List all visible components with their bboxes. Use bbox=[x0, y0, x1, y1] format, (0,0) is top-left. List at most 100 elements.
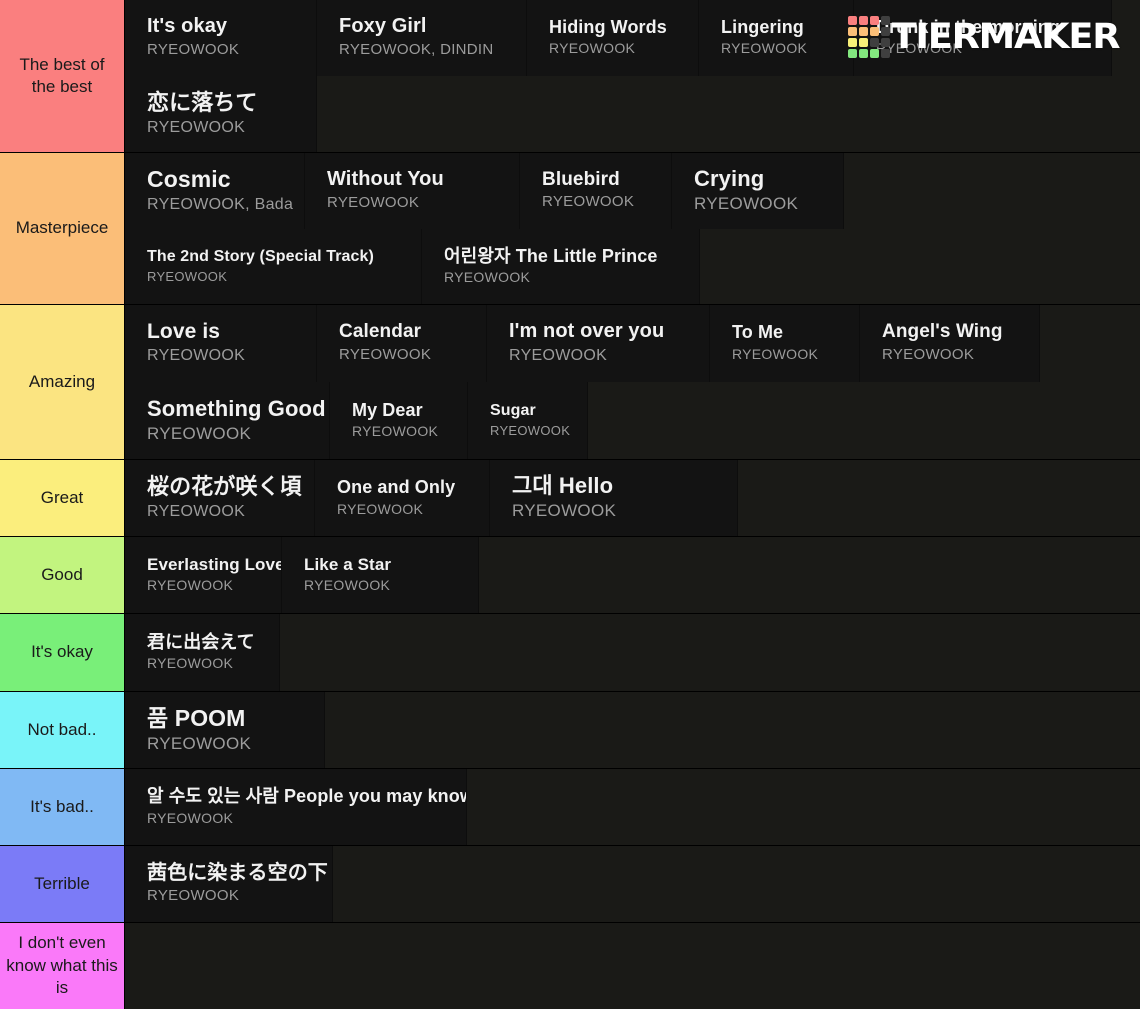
tier-item-title: Hiding Words bbox=[549, 16, 667, 37]
tier-item-artist: RYEOWOOK bbox=[147, 347, 246, 365]
tier-item-card[interactable]: Foxy Girl RYEOWOOK, DINDIN bbox=[317, 0, 527, 76]
tier-item-card[interactable]: Crying RYEOWOOK bbox=[672, 153, 844, 229]
tier-item-title: 桜の花が咲く頃 bbox=[147, 473, 302, 499]
tier-item-artist: RYEOWOOK bbox=[327, 193, 420, 211]
tier-item-artist: RYEOWOOK bbox=[147, 733, 252, 753]
tier-item-card[interactable]: 恋に落ちて RYEOWOOK bbox=[125, 76, 317, 152]
tier-row: I don't even know what this is bbox=[0, 923, 1140, 1009]
tier-item-card[interactable]: Bluebird RYEOWOOK bbox=[520, 153, 672, 229]
tier-row: Terrible 茜色に染まる空の下 RYEOWOOK bbox=[0, 846, 1140, 923]
tier-item-card[interactable]: Angel's Wing RYEOWOOK bbox=[860, 305, 1040, 382]
tier-item-card[interactable]: Love is RYEOWOOK bbox=[125, 305, 317, 382]
tier-label[interactable]: It's okay bbox=[0, 614, 125, 691]
tier-row: It's okay 君に出会えて RYEOWOOK bbox=[0, 614, 1140, 692]
tier-item-card[interactable]: 품 POOM RYEOWOOK bbox=[125, 692, 325, 768]
tier-item-title: Bluebird bbox=[542, 168, 620, 190]
tier-item-card[interactable]: The 2nd Story (Special Track) RYEOWOOK bbox=[125, 229, 422, 304]
tier-label[interactable]: Good bbox=[0, 537, 125, 613]
tier-items: Cosmic RYEOWOOK, Bada Without You RYEOWOOK B… bbox=[125, 153, 1140, 304]
tier-item-artist: RYEOWOOK bbox=[147, 502, 246, 520]
tier-item-card[interactable]: 茜色に染まる空の下 RYEOWOOK bbox=[125, 846, 333, 922]
tier-item-title: 품 POOM bbox=[147, 704, 246, 731]
tier-label[interactable]: Not bad.. bbox=[0, 692, 125, 768]
tier-item-card[interactable]: My Dear RYEOWOOK bbox=[330, 382, 468, 459]
tier-items: Love is RYEOWOOK Calendar RYEOWOOK I'm not o… bbox=[125, 305, 1140, 459]
tier-item-artist: RYEOWOOK bbox=[549, 40, 636, 57]
tier-item-card[interactable]: Without You RYEOWOOK bbox=[305, 153, 520, 229]
tier-item-card[interactable]: Cosmic RYEOWOOK, Bada bbox=[125, 153, 305, 229]
tier-item-artist: RYEOWOOK bbox=[542, 193, 635, 211]
tier-item-title: 君に出会えて bbox=[147, 631, 255, 652]
tier-item-card[interactable]: One and Only RYEOWOOK bbox=[315, 460, 490, 536]
tier-item-title: 恋に落ちて bbox=[147, 89, 258, 115]
tier-list-board: TIERMAKER The best of the best It's okay R… bbox=[0, 0, 1140, 1009]
tier-items: 君に出会えて RYEOWOOK bbox=[125, 614, 1140, 691]
tier-item-card[interactable]: Like a Star RYEOWOOK bbox=[282, 537, 479, 613]
tier-item-title: Angel's Wing bbox=[882, 321, 1003, 343]
tier-item-card[interactable]: Something Good RYEOWOOK bbox=[125, 382, 330, 459]
tier-item-artist: RYEOWOOK bbox=[732, 345, 819, 362]
tier-row: It's bad.. 알 수도 있는 사람 People you may know… bbox=[0, 769, 1140, 846]
tier-item-artist: RYEOWOOK bbox=[339, 345, 432, 363]
tier-item-artist: RYEOWOOK bbox=[512, 501, 617, 521]
tier-item-artist: RYEOWOOK, DINDIN bbox=[339, 40, 494, 58]
tier-items bbox=[125, 923, 1140, 1009]
tier-item-title: Sugar bbox=[490, 401, 536, 419]
tier-row: Great 桜の花が咲く頃 RYEOWOOK One and Only RYEOWOOK… bbox=[0, 460, 1140, 537]
tier-item-card[interactable]: To Me RYEOWOOK bbox=[710, 305, 860, 382]
tier-item-card[interactable]: 桜の花が咲く頃 RYEOWOOK bbox=[125, 460, 315, 536]
tier-item-artist: RYEOWOOK bbox=[147, 268, 228, 284]
tier-item-artist: RYEOWOOK bbox=[147, 809, 234, 826]
tier-item-title: Like a Star bbox=[304, 555, 392, 575]
tier-item-artist: RYEOWOOK, Bada bbox=[147, 195, 294, 213]
tier-item-title: To Me bbox=[732, 322, 784, 343]
tier-item-card[interactable]: I'm not over you RYEOWOOK bbox=[487, 305, 710, 382]
tier-item-card[interactable]: Everlasting Love RYEOWOOK bbox=[125, 537, 282, 613]
tier-label[interactable]: Great bbox=[0, 460, 125, 536]
tier-item-card[interactable]: 어린왕자 The Little Prince RYEOWOOK bbox=[422, 229, 700, 304]
tier-item-artist: RYEOWOOK bbox=[147, 118, 246, 136]
tier-item-artist: RYEOWOOK bbox=[147, 655, 234, 672]
tier-item-title: 그대 Hello bbox=[512, 473, 614, 499]
tier-item-title: It's okay bbox=[147, 15, 228, 38]
tier-item-artist: RYEOWOOK bbox=[352, 423, 439, 440]
tier-items: 품 POOM RYEOWOOK bbox=[125, 692, 1140, 768]
tier-item-artist: RYEOWOOK bbox=[721, 40, 808, 57]
tier-item-title: I'm not over you bbox=[509, 320, 665, 343]
tier-item-title: Everlasting Love bbox=[147, 555, 282, 575]
tier-item-card[interactable]: Drunk in the morning RYEOWOOK bbox=[854, 0, 1112, 76]
tier-item-title: Calendar bbox=[339, 321, 422, 343]
tier-item-title: One and Only bbox=[337, 477, 456, 498]
tier-items: 알 수도 있는 사람 People you may know RYEOWOOK bbox=[125, 769, 1140, 845]
tier-item-artist: RYEOWOOK bbox=[147, 40, 240, 58]
tier-item-card[interactable]: Hiding Words RYEOWOOK bbox=[527, 0, 699, 76]
tier-label[interactable]: Amazing bbox=[0, 305, 125, 459]
tier-item-card[interactable]: 君に出会えて RYEOWOOK bbox=[125, 614, 280, 691]
tier-item-card[interactable]: Sugar RYEOWOOK bbox=[468, 382, 588, 459]
tier-item-card[interactable]: 그대 Hello RYEOWOOK bbox=[490, 460, 738, 536]
tier-label[interactable]: Terrible bbox=[0, 846, 125, 922]
tier-row: Not bad.. 품 POOM RYEOWOOK bbox=[0, 692, 1140, 769]
tier-item-title: Lingering bbox=[721, 16, 804, 37]
tier-item-title: Foxy Girl bbox=[339, 15, 427, 38]
tier-item-title: Love is bbox=[147, 319, 221, 343]
tier-item-card[interactable]: Lingering RYEOWOOK bbox=[699, 0, 854, 76]
tier-item-artist: RYEOWOOK bbox=[337, 500, 424, 517]
tier-item-artist: RYEOWOOK bbox=[444, 269, 531, 286]
tier-item-card[interactable]: Calendar RYEOWOOK bbox=[317, 305, 487, 382]
tier-item-card[interactable]: It's okay RYEOWOOK bbox=[125, 0, 317, 76]
tier-item-artist: RYEOWOOK bbox=[304, 577, 391, 594]
tier-item-artist: RYEOWOOK bbox=[509, 346, 608, 364]
tier-label[interactable]: The best of the best bbox=[0, 0, 125, 152]
tier-label[interactable]: Masterpiece bbox=[0, 153, 125, 304]
tier-item-artist: RYEOWOOK bbox=[490, 422, 571, 438]
tier-item-title: Something Good bbox=[147, 395, 326, 421]
tier-label[interactable]: It's bad.. bbox=[0, 769, 125, 845]
tier-row: The best of the best It's okay RYEOWOOK Fox… bbox=[0, 0, 1140, 153]
tier-row: Amazing Love is RYEOWOOK Calendar RYEOWOOK I'… bbox=[0, 305, 1140, 460]
tier-item-title: 茜色に染まる空の下 bbox=[147, 861, 328, 884]
tier-item-artist: RYEOWOOK bbox=[882, 345, 975, 363]
tier-item-card[interactable]: 알 수도 있는 사람 People you may know RYEOWOOK bbox=[125, 769, 467, 845]
tier-item-artist: RYEOWOOK bbox=[147, 423, 252, 443]
tier-label[interactable]: I don't even know what this is bbox=[0, 923, 125, 1009]
